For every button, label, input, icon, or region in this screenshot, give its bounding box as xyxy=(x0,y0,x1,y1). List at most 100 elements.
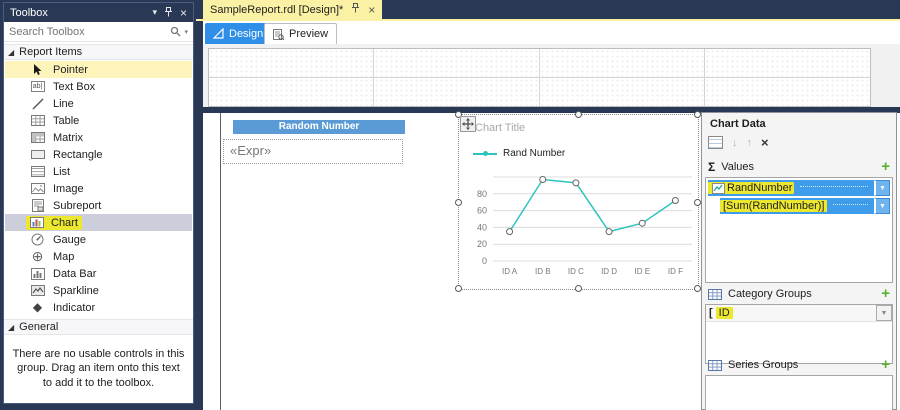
add-value-button[interactable]: + xyxy=(881,159,890,174)
search-options-arrow-icon[interactable]: ▾ xyxy=(184,28,188,36)
toolbox-item-databar[interactable]: Data Bar xyxy=(5,265,192,282)
toolbox-item-matrix[interactable]: Matrix xyxy=(5,129,192,146)
svg-text:ID F: ID F xyxy=(668,267,683,276)
tablix-grid-area xyxy=(203,44,900,107)
selection-handle[interactable] xyxy=(455,199,462,206)
data-bar-icon xyxy=(30,267,45,280)
series-groups-list xyxy=(705,375,893,410)
map-icon: ⊕ xyxy=(31,248,44,264)
svg-text:ID A: ID A xyxy=(502,267,518,276)
tablix-cell[interactable] xyxy=(374,77,540,106)
pin-icon[interactable] xyxy=(164,6,173,19)
value-field-row[interactable]: [Sum(RandNumber)] ▼ xyxy=(720,198,890,214)
selection-handle[interactable] xyxy=(575,111,582,118)
toolbox-item-textbox[interactable]: ab| Text Box xyxy=(5,78,192,95)
section-report-items[interactable]: ◢ Report Items xyxy=(4,44,193,60)
value-dropdown-button[interactable]: ▼ xyxy=(874,180,890,196)
selection-handle[interactable] xyxy=(694,111,701,118)
value-dropdown-button[interactable]: ▼ xyxy=(874,198,890,214)
pin-icon[interactable] xyxy=(351,3,360,16)
preview-tab-icon xyxy=(273,28,284,40)
delete-icon[interactable]: × xyxy=(761,135,769,150)
selection-handle[interactable] xyxy=(694,199,701,206)
svg-text:40: 40 xyxy=(477,222,487,232)
toolbox-item-line[interactable]: Line xyxy=(5,95,192,112)
toolbox-item-pointer[interactable]: Pointer xyxy=(5,61,192,78)
tablix-cell[interactable] xyxy=(374,49,540,78)
tablix-cell[interactable] xyxy=(704,49,870,78)
window-position-icon[interactable]: ▾ xyxy=(152,7,157,18)
series-groups-icon xyxy=(708,359,722,371)
chart-data-panel: Chart Data ↓ ↑ × Σ Values + RandNumber ▼… xyxy=(701,112,897,410)
tab-design[interactable]: Design xyxy=(205,23,272,44)
close-icon[interactable]: × xyxy=(368,3,375,17)
toolbox-item-subreport[interactable]: Subreport xyxy=(5,197,192,214)
move-up-icon[interactable]: ↑ xyxy=(747,137,753,149)
tablix-cell[interactable] xyxy=(539,77,705,106)
move-down-icon[interactable]: ↓ xyxy=(732,137,738,149)
toolbox-item-rectangle[interactable]: Rectangle xyxy=(5,146,192,163)
matrix-icon xyxy=(30,131,45,144)
toolbox-item-gauge[interactable]: Gauge xyxy=(5,231,192,248)
close-icon[interactable]: × xyxy=(180,6,187,20)
add-category-group-button[interactable]: + xyxy=(881,286,890,301)
selection-handle[interactable] xyxy=(694,285,701,292)
chart-title[interactable]: Chart Title xyxy=(475,122,525,134)
category-dropdown-button[interactable]: ▼ xyxy=(876,305,892,321)
report-expr-textbox[interactable]: «Expr» xyxy=(223,139,403,164)
table-icon xyxy=(30,114,45,127)
toolbox-item-image[interactable]: Image xyxy=(5,180,192,197)
leader-dots xyxy=(800,185,868,187)
chart-legend[interactable]: Rand Number xyxy=(473,148,565,159)
tablix-cell[interactable] xyxy=(209,77,375,106)
toolbox-search[interactable]: ▾ xyxy=(4,22,193,42)
tab-label: Preview xyxy=(289,28,329,40)
design-tab-icon xyxy=(213,28,224,39)
report-table-header-cell[interactable]: Random Number xyxy=(233,120,405,134)
tablix-table[interactable] xyxy=(208,48,871,107)
category-groups-list: [ ID ▼ xyxy=(705,304,893,364)
tab-label: Design xyxy=(229,27,264,40)
add-series-group-button[interactable]: + xyxy=(881,357,890,372)
report-chart-plot[interactable]: 0 20 40 60 80 ID A ID B ID C ID D ID E ID F xyxy=(459,165,699,289)
application-window: Toolbox ▾ × ▾ ◢ Report Items Pointer ab| xyxy=(0,0,900,410)
tablix-cell[interactable] xyxy=(704,77,870,106)
pointer-icon xyxy=(30,63,45,76)
document-tab[interactable]: SampleReport.rdl [Design]* × xyxy=(203,0,383,19)
search-input[interactable] xyxy=(9,25,171,38)
category-groups-icon xyxy=(708,288,722,300)
toolbox-item-list[interactable]: List xyxy=(5,163,192,180)
field-list-icon[interactable] xyxy=(708,136,723,149)
section-general[interactable]: ◢ General xyxy=(4,319,193,335)
toolbox-item-table[interactable]: Table xyxy=(5,112,192,129)
sparkline-icon xyxy=(30,284,45,297)
toolbox-item-sparkline[interactable]: Sparkline xyxy=(5,282,192,299)
svg-text:0: 0 xyxy=(482,256,487,266)
move-handle-icon[interactable] xyxy=(460,116,476,132)
selection-handle[interactable] xyxy=(575,285,582,292)
toolbox-title: Toolbox xyxy=(10,6,48,19)
tablix-cell[interactable] xyxy=(539,49,705,78)
search-icon[interactable] xyxy=(170,26,181,37)
value-field-icon xyxy=(712,182,725,194)
collapse-triangle-icon: ◢ xyxy=(8,47,15,57)
section-label: Category Groups xyxy=(728,288,812,300)
svg-text:80: 80 xyxy=(477,189,487,199)
section-label: Report Items xyxy=(19,46,83,58)
toolbox-item-indicator[interactable]: ◆ Indicator xyxy=(5,299,192,316)
toolbox-titlebar[interactable]: Toolbox ▾ × xyxy=(4,3,193,22)
toolbox-item-chart[interactable]: Chart xyxy=(5,214,192,231)
svg-text:20: 20 xyxy=(477,239,487,249)
toolbox-item-map[interactable]: ⊕ Map xyxy=(5,248,192,265)
selection-handle[interactable] xyxy=(455,285,462,292)
report-chart-object[interactable]: Chart Title Rand Number 0 20 40 60 80 ID A ID … xyxy=(455,111,701,292)
series-groups-header: Series Groups + xyxy=(708,357,890,373)
values-list: RandNumber ▼ [Sum(RandNumber)] ▼ xyxy=(705,177,893,283)
indicator-icon: ◆ xyxy=(32,300,43,314)
category-group-row[interactable]: [ ID ▼ xyxy=(706,305,892,322)
list-icon xyxy=(30,165,45,178)
value-field-row[interactable]: RandNumber ▼ xyxy=(708,180,890,196)
tablix-cell[interactable] xyxy=(209,49,375,78)
tab-preview[interactable]: Preview xyxy=(264,23,338,44)
toolbox-panel: Toolbox ▾ × ▾ ◢ Report Items Pointer ab| xyxy=(3,2,194,404)
